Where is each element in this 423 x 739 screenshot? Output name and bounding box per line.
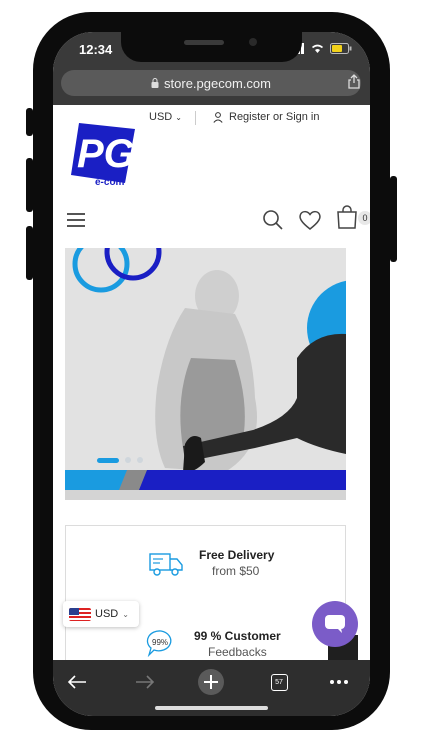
slider-dot-active[interactable] bbox=[97, 457, 119, 463]
register-link[interactable]: Register or Sign in bbox=[213, 111, 320, 123]
status-time: 12:34 bbox=[79, 42, 113, 57]
browser-toolbar: 57 bbox=[53, 660, 370, 716]
tabs-count-icon: 57 bbox=[270, 673, 288, 691]
logo-letters: PG bbox=[77, 132, 135, 176]
plus-icon bbox=[198, 669, 224, 695]
phone-side-button bbox=[26, 226, 33, 280]
back-button[interactable] bbox=[63, 668, 91, 696]
phone-side-button bbox=[26, 158, 33, 212]
shopping-bag-icon bbox=[337, 205, 357, 229]
nav-actions: 0 bbox=[262, 205, 370, 234]
delivery-truck-icon bbox=[149, 553, 183, 576]
wifi-icon bbox=[312, 44, 323, 53]
feedback-icon-label: 99% bbox=[152, 638, 168, 647]
us-flag-icon bbox=[69, 607, 91, 621]
logo-tagline: e-com bbox=[95, 177, 125, 187]
chevron-down-icon: ⌄ bbox=[175, 113, 182, 122]
phone-side-button bbox=[390, 176, 397, 262]
arrow-left-icon bbox=[67, 675, 86, 689]
slider-dots bbox=[97, 457, 143, 463]
browser-address-area: store.pgecom.com bbox=[53, 68, 370, 105]
currency-switcher-label: USD bbox=[95, 608, 119, 620]
url-text: store.pgecom.com bbox=[164, 75, 271, 91]
arrow-right-icon bbox=[136, 675, 155, 689]
new-tab-button[interactable] bbox=[197, 668, 225, 696]
currency-dropdown[interactable]: USD ⌄ bbox=[149, 111, 182, 123]
forward-button[interactable] bbox=[131, 668, 159, 696]
chat-bubble-icon bbox=[325, 615, 345, 633]
phone-notch bbox=[121, 32, 302, 62]
feature-text: Free Delivery from $50 bbox=[199, 548, 274, 578]
currency-label: USD bbox=[149, 111, 173, 123]
chevron-down-icon: ⌄ bbox=[122, 609, 129, 619]
user-icon bbox=[213, 111, 223, 123]
register-label: Register or Sign in bbox=[229, 111, 320, 123]
chat-button[interactable] bbox=[312, 601, 358, 647]
brand-logo[interactable]: PG e-com bbox=[69, 119, 137, 187]
divider bbox=[195, 111, 196, 125]
more-menu-button[interactable] bbox=[325, 668, 353, 696]
battery-icon bbox=[330, 43, 352, 54]
phone-side-button bbox=[26, 108, 33, 136]
currency-switcher[interactable]: USD ⌄ bbox=[63, 601, 139, 627]
address-bar[interactable]: store.pgecom.com bbox=[61, 70, 361, 96]
search-icon[interactable] bbox=[262, 209, 284, 231]
tabs-count: 57 bbox=[275, 678, 283, 686]
phone-screen: 12:34 store.pgecom.com USD ⌄ Register or… bbox=[53, 32, 370, 716]
feature-subtitle: from $50 bbox=[212, 564, 260, 578]
tabs-button[interactable]: 57 bbox=[265, 668, 293, 696]
main-nav-row: 0 bbox=[53, 205, 370, 237]
heart-icon[interactable] bbox=[298, 209, 322, 231]
lock-icon bbox=[151, 78, 159, 88]
cart-button[interactable]: 0 bbox=[336, 205, 370, 234]
feature-subtitle: Feedbacks bbox=[208, 645, 267, 659]
more-dots-icon bbox=[330, 680, 348, 684]
feature-text: 99 % Customer Feedbacks bbox=[194, 629, 281, 659]
slider-dot[interactable] bbox=[125, 457, 131, 463]
feedback-bubble-icon: 99% bbox=[146, 630, 172, 657]
cart-count-badge: 0 bbox=[358, 211, 370, 225]
web-content: USD ⌄ Register or Sign in PG e-com 0 Fre… bbox=[53, 105, 370, 687]
share-icon[interactable] bbox=[348, 74, 360, 89]
menu-icon[interactable] bbox=[67, 213, 85, 231]
feature-title: 99 % Customer bbox=[194, 629, 281, 643]
slider-dot[interactable] bbox=[137, 457, 143, 463]
feature-item: Free Delivery from $50 bbox=[66, 548, 345, 588]
home-indicator bbox=[155, 706, 268, 710]
speaker-grille bbox=[184, 40, 224, 45]
front-camera bbox=[249, 38, 257, 46]
feature-title: Free Delivery bbox=[199, 548, 275, 562]
hero-banner[interactable] bbox=[65, 248, 346, 500]
